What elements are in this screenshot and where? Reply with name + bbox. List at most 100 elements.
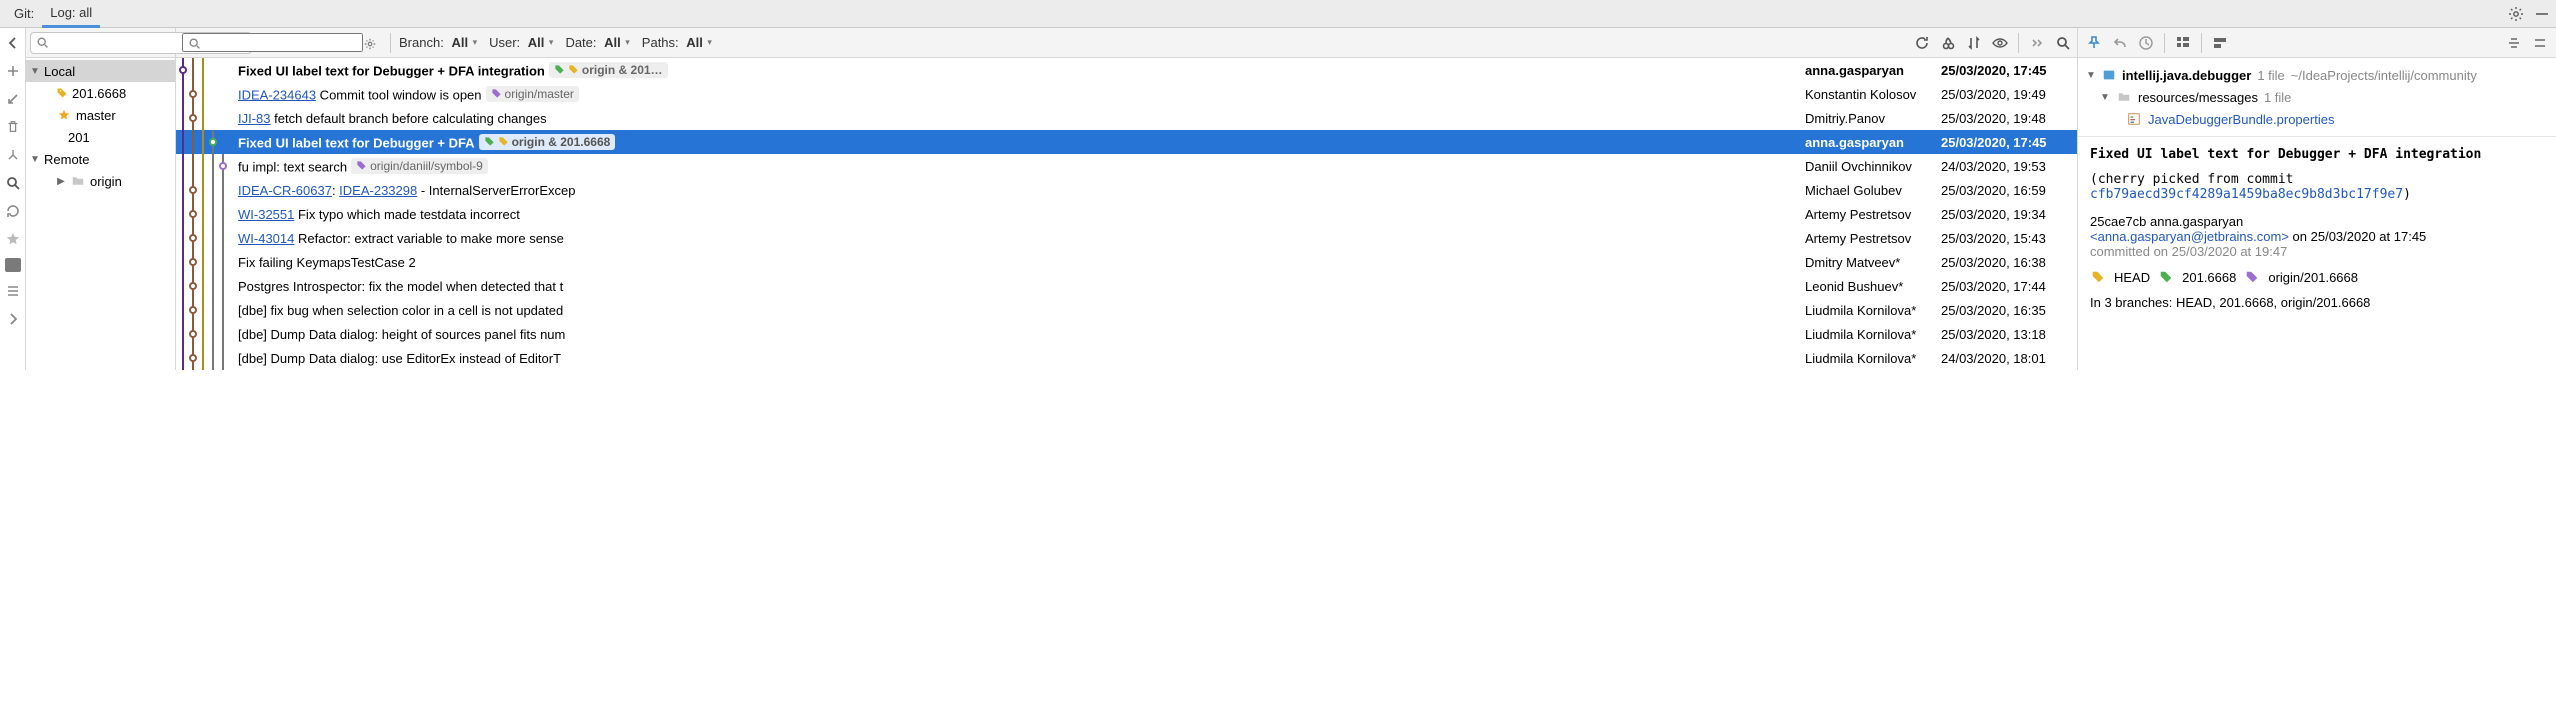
chevron-down-icon: ▼ <box>30 154 40 165</box>
file-tree-folder[interactable]: ▼ resources/messages 1 file <box>2086 86 2548 108</box>
star-icon <box>56 107 72 123</box>
more-icon[interactable] <box>2029 35 2045 51</box>
issue-link[interactable]: IDEA-CR-60637 <box>238 183 332 198</box>
chevron-down-icon: ▼ <box>30 66 40 77</box>
expand-icon[interactable] <box>2506 35 2522 51</box>
issue-link[interactable]: IJI-83 <box>238 111 271 126</box>
commit-author: Michael Golubev <box>1801 178 1937 202</box>
gear-icon[interactable] <box>362 36 378 52</box>
minimize-icon[interactable] <box>2534 6 2550 22</box>
ref-label[interactable]: origin/master <box>486 86 579 102</box>
module-path: ~/IdeaProjects/intellij/community <box>2291 68 2477 83</box>
eye-icon[interactable] <box>1992 35 2008 51</box>
group-icon[interactable] <box>2175 35 2191 51</box>
filter-user[interactable]: User: All ▾ <box>489 35 553 50</box>
log-table[interactable]: Fixed UI label text for Debugger + DFA i… <box>176 58 2077 370</box>
commit-row[interactable]: IDEA-CR-60637: IDEA-233298 - InternalSer… <box>176 178 2077 202</box>
tree-item-branch[interactable]: master <box>26 104 175 126</box>
gear-icon[interactable] <box>2508 6 2524 22</box>
file-tree-module[interactable]: ▼ intellij.java.debugger 1 file ~/IdeaPr… <box>2086 64 2548 86</box>
tree-node-remote[interactable]: ▼ Remote <box>26 148 175 170</box>
collapse-icon[interactable] <box>2532 35 2548 51</box>
commit-subject: Refactor: extract variable to make more … <box>294 231 564 246</box>
commit-author: Liudmila Kornilova* <box>1801 298 1937 322</box>
tab-log[interactable]: Log: all <box>42 0 100 28</box>
clock-icon[interactable] <box>2138 35 2154 51</box>
commit-row[interactable]: Fixed UI label text for Debugger + DFA o… <box>176 130 2077 154</box>
branches-line: In 3 branches: HEAD, 201.6668, origin/20… <box>2090 295 2544 310</box>
chevron-right-icon: ▶ <box>56 176 66 187</box>
tree-node-local[interactable]: ▼ Local <box>26 60 175 82</box>
commit-author: Dmitriy.Panov <box>1801 106 1937 130</box>
commit-date: 25/03/2020, 16:59 <box>1937 178 2077 202</box>
file-tree-file[interactable]: JavaDebuggerBundle.properties <box>2086 108 2548 130</box>
commit-row[interactable]: Postgres Introspector: fix the model whe… <box>176 274 2077 298</box>
ref-2: origin/201.6668 <box>2268 270 2358 285</box>
commit-subject: Fixed UI label text for Debugger + DFA <box>238 135 475 150</box>
chevron-down-icon: ▼ <box>2086 70 2096 81</box>
details-toolbar <box>2078 28 2556 58</box>
search-icon[interactable] <box>2055 35 2071 51</box>
filter-branch[interactable]: Branch: All ▾ <box>399 35 477 50</box>
issue-link[interactable]: WI-32551 <box>238 207 294 222</box>
tree-item-origin[interactable]: ▶ origin <box>26 170 175 192</box>
undo-icon[interactable] <box>2112 35 2128 51</box>
filter-paths[interactable]: Paths: All ▾ <box>642 35 712 50</box>
file-count: 1 file <box>2257 68 2284 83</box>
commit-date: 25/03/2020, 19:48 <box>1937 106 2077 130</box>
trash-icon[interactable] <box>4 118 22 136</box>
star-icon[interactable] <box>4 230 22 248</box>
back-icon[interactable] <box>4 34 22 52</box>
commit-author: Dmitry Matveev* <box>1801 250 1937 274</box>
commit-author: Artemy Pestretsov <box>1801 202 1937 226</box>
tab-git[interactable]: Git: <box>6 0 42 28</box>
ref-label[interactable]: origin/daniil/symbol-9 <box>351 158 488 174</box>
commit-row[interactable]: [dbe] Dump Data dialog: height of source… <box>176 322 2077 346</box>
log-search-input[interactable] <box>182 33 363 52</box>
commit-row[interactable]: [dbe] Dump Data dialog: use EditorEx ins… <box>176 346 2077 370</box>
commit-row[interactable]: IDEA-234643 Commit tool window is open o… <box>176 82 2077 106</box>
forward-icon[interactable] <box>4 310 22 328</box>
layout-icon[interactable] <box>2212 35 2228 51</box>
commit-author: Konstantin Kolosov <box>1801 82 1937 106</box>
cherry-pick-hash[interactable]: cfb79aecd39cf4289a1459ba8ec9b8d3bc17f9e7 <box>2090 187 2403 202</box>
refresh-icon[interactable] <box>4 202 22 220</box>
filter-date[interactable]: Date: All ▾ <box>565 35 629 50</box>
ref-label[interactable]: origin & 201.6668 <box>479 134 616 150</box>
list-icon[interactable] <box>4 282 22 300</box>
commit-row[interactable]: WI-32551 Fix typo which made testdata in… <box>176 202 2077 226</box>
commit-row[interactable]: WI-43014 Refactor: extract variable to m… <box>176 226 2077 250</box>
issue-link[interactable]: WI-43014 <box>238 231 294 246</box>
commit-author: Leonid Bushuev* <box>1801 274 1937 298</box>
file-count: 1 file <box>2264 90 2291 105</box>
details-panel: ▼ intellij.java.debugger 1 file ~/IdeaPr… <box>2078 28 2556 370</box>
issue-link[interactable]: IDEA-234643 <box>238 87 316 102</box>
changed-files-tree: ▼ intellij.java.debugger 1 file ~/IdeaPr… <box>2078 58 2556 137</box>
sort-icon[interactable] <box>1966 35 1982 51</box>
cherry-pick-icon[interactable] <box>1940 35 1956 51</box>
pin-icon[interactable] <box>2086 35 2102 51</box>
commit-subject: [dbe] fix bug when selection color in a … <box>238 303 563 318</box>
branch-tree: ▼ Local 201.6668 master 201 ▼ Remote ▶ <box>26 58 175 194</box>
issue-link[interactable]: IDEA-233298 <box>339 183 417 198</box>
divider <box>390 33 391 53</box>
commit-hash[interactable]: 25cae7cb <box>2090 214 2146 229</box>
tag-icon <box>2090 269 2106 285</box>
checkout-icon[interactable] <box>4 90 22 108</box>
commit-row[interactable]: Fix failing KeymapsTestCase 2Dmitry Matv… <box>176 250 2077 274</box>
commit-row[interactable]: fu impl: text search origin/daniil/symbo… <box>176 154 2077 178</box>
layout-icon[interactable] <box>5 258 21 272</box>
author-email[interactable]: <anna.gasparyan@jetbrains.com> <box>2090 229 2289 244</box>
ref-label[interactable]: origin & 201… <box>549 62 668 78</box>
tree-item-branch[interactable]: 201.6668 <box>26 82 175 104</box>
ref-1: 201.6668 <box>2182 270 2236 285</box>
search-icon[interactable] <box>4 174 22 192</box>
plus-icon[interactable] <box>4 62 22 80</box>
commit-row[interactable]: [dbe] fix bug when selection color in a … <box>176 298 2077 322</box>
refresh-icon[interactable] <box>1914 35 1930 51</box>
merge-icon[interactable] <box>4 146 22 164</box>
commit-row[interactable]: IJI-83 fetch default branch before calcu… <box>176 106 2077 130</box>
commit-row[interactable]: Fixed UI label text for Debugger + DFA i… <box>176 58 2077 82</box>
tree-item-branch[interactable]: 201 <box>26 126 175 148</box>
commit-date: 25/03/2020, 19:34 <box>1937 202 2077 226</box>
